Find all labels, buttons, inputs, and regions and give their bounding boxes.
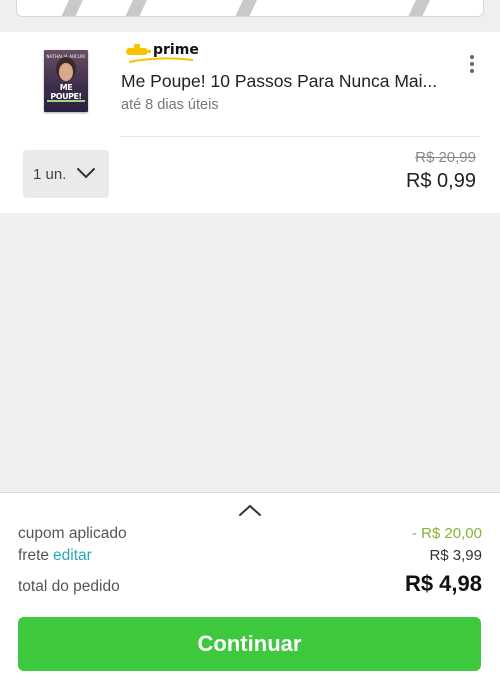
stripe bbox=[125, 0, 147, 16]
chevron-up-icon[interactable] bbox=[238, 503, 262, 517]
book-cover-portrait bbox=[59, 63, 73, 81]
coupon-value: - R$ 20,00 bbox=[411, 525, 482, 542]
book-cover-title: ME POUPE! bbox=[50, 83, 82, 101]
coupon-row: cupom aplicado - R$ 20,00 bbox=[18, 525, 482, 543]
prime-swoosh-icon bbox=[128, 57, 194, 63]
divider bbox=[120, 136, 480, 137]
edit-shipping-link[interactable]: editar bbox=[53, 547, 92, 564]
total-label: total do pedido bbox=[18, 578, 120, 595]
book-cover-tagline bbox=[47, 100, 85, 102]
quantity-select[interactable]: 1 un. bbox=[23, 150, 109, 198]
stripe bbox=[408, 0, 430, 16]
coupon-label: cupom aplicado bbox=[18, 525, 127, 542]
stripe bbox=[235, 0, 257, 16]
shipping-row: frete editar R$ 3,99 bbox=[18, 547, 482, 565]
original-price: R$ 20,99 bbox=[415, 149, 476, 166]
total-row: total do pedido R$ 4,98 bbox=[18, 571, 482, 597]
previous-item-strip bbox=[0, 0, 500, 32]
order-summary-panel: cupom aplicado - R$ 20,00 frete editar R$… bbox=[0, 492, 500, 690]
shipping-value: R$ 3,99 bbox=[429, 547, 482, 564]
total-value: R$ 4,98 bbox=[404, 571, 482, 596]
book-cover-author: NATHALIA ARCURI bbox=[46, 54, 86, 59]
stripe bbox=[61, 0, 83, 16]
shipping-label: frete bbox=[18, 547, 50, 564]
previous-card-edge bbox=[16, 0, 484, 17]
submarine-icon bbox=[126, 44, 151, 55]
chevron-down-icon bbox=[77, 168, 95, 179]
current-price: R$ 0,99 bbox=[405, 170, 476, 192]
quantity-value: 1 un. bbox=[33, 165, 67, 183]
product-title[interactable]: Me Poupe! 10 Passos Para Nunca Mai... bbox=[121, 71, 451, 92]
continue-button[interactable]: Continuar bbox=[18, 617, 481, 671]
book-cover-image[interactable]: NATHALIA ARCURI ME POUPE! bbox=[44, 50, 88, 112]
delivery-estimate: até 8 dias úteis bbox=[121, 97, 219, 113]
kebab-menu-icon[interactable] bbox=[464, 55, 480, 79]
